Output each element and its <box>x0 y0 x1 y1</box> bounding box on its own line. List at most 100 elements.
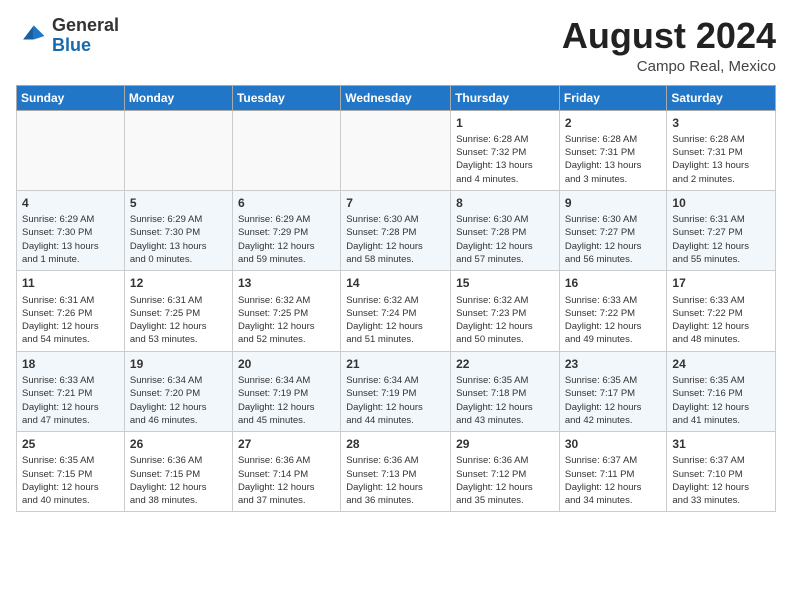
day-number: 20 <box>238 356 335 372</box>
calendar-week-row: 4 Sunrise: 6:29 AM Sunset: 7:30 PM Daylig… <box>17 190 776 270</box>
calendar-header-saturday: Saturday <box>667 85 776 110</box>
calendar-day-cell: 4 Sunrise: 6:29 AM Sunset: 7:30 PM Daylig… <box>17 190 125 270</box>
day-info: Sunrise: 6:31 AM Sunset: 7:26 PM Dayligh… <box>22 294 119 347</box>
day-info: Sunrise: 6:30 AM Sunset: 7:27 PM Dayligh… <box>565 213 662 266</box>
day-info: Sunrise: 6:28 AM Sunset: 7:32 PM Dayligh… <box>456 133 554 186</box>
day-info: Sunrise: 6:32 AM Sunset: 7:24 PM Dayligh… <box>346 294 445 347</box>
day-info: Sunrise: 6:29 AM Sunset: 7:30 PM Dayligh… <box>130 213 227 266</box>
day-number: 10 <box>672 195 770 211</box>
calendar-week-row: 11Sunrise: 6:31 AM Sunset: 7:26 PM Dayli… <box>17 271 776 351</box>
page: General Blue August 2024 Campo Real, Mex… <box>0 0 792 612</box>
logo-general: General <box>52 15 119 35</box>
day-number: 17 <box>672 275 770 291</box>
calendar-day-cell: 15Sunrise: 6:32 AM Sunset: 7:23 PM Dayli… <box>451 271 560 351</box>
logo-text: General Blue <box>52 16 119 56</box>
day-info: Sunrise: 6:34 AM Sunset: 7:19 PM Dayligh… <box>238 374 335 427</box>
location: Campo Real, Mexico <box>562 58 776 75</box>
logo: General Blue <box>16 16 119 56</box>
calendar-day-cell: 5 Sunrise: 6:29 AM Sunset: 7:30 PM Daylig… <box>124 190 232 270</box>
calendar-day-cell: 29 Sunrise: 6:36 AM Sunset: 7:12 PM Dayli… <box>451 432 560 512</box>
day-number: 6 <box>238 195 335 211</box>
day-info: Sunrise: 6:33 AM Sunset: 7:22 PM Dayligh… <box>672 294 770 347</box>
calendar-header-friday: Friday <box>559 85 667 110</box>
day-number: 23 <box>565 356 662 372</box>
calendar-day-cell: 19 Sunrise: 6:34 AM Sunset: 7:20 PM Dayli… <box>124 351 232 431</box>
day-number: 12 <box>130 275 227 291</box>
calendar-day-cell: 3Sunrise: 6:28 AM Sunset: 7:31 PM Daylig… <box>667 110 776 190</box>
day-number: 9 <box>565 195 662 211</box>
calendar-day-cell: 11Sunrise: 6:31 AM Sunset: 7:26 PM Dayli… <box>17 271 125 351</box>
day-info: Sunrise: 6:30 AM Sunset: 7:28 PM Dayligh… <box>346 213 445 266</box>
calendar-week-row: 1 Sunrise: 6:28 AM Sunset: 7:32 PM Daylig… <box>17 110 776 190</box>
day-number: 18 <box>22 356 119 372</box>
calendar-day-cell: 12 Sunrise: 6:31 AM Sunset: 7:25 PM Dayli… <box>124 271 232 351</box>
day-info: Sunrise: 6:31 AM Sunset: 7:25 PM Dayligh… <box>130 294 227 347</box>
calendar-day-cell: 20 Sunrise: 6:34 AM Sunset: 7:19 PM Dayli… <box>232 351 340 431</box>
calendar: SundayMondayTuesdayWednesdayThursdayFrid… <box>16 85 776 513</box>
calendar-header-thursday: Thursday <box>451 85 560 110</box>
logo-icon <box>16 20 48 52</box>
day-number: 21 <box>346 356 445 372</box>
day-number: 25 <box>22 436 119 452</box>
day-info: Sunrise: 6:37 AM Sunset: 7:10 PM Dayligh… <box>672 454 770 507</box>
calendar-week-row: 18 Sunrise: 6:33 AM Sunset: 7:21 PM Dayli… <box>17 351 776 431</box>
day-number: 24 <box>672 356 770 372</box>
header: General Blue August 2024 Campo Real, Mex… <box>16 16 776 75</box>
day-info: Sunrise: 6:34 AM Sunset: 7:19 PM Dayligh… <box>346 374 445 427</box>
day-info: Sunrise: 6:35 AM Sunset: 7:15 PM Dayligh… <box>22 454 119 507</box>
calendar-header-monday: Monday <box>124 85 232 110</box>
calendar-header-row: SundayMondayTuesdayWednesdayThursdayFrid… <box>17 85 776 110</box>
day-info: Sunrise: 6:36 AM Sunset: 7:14 PM Dayligh… <box>238 454 335 507</box>
day-info: Sunrise: 6:36 AM Sunset: 7:12 PM Dayligh… <box>456 454 554 507</box>
day-info: Sunrise: 6:33 AM Sunset: 7:21 PM Dayligh… <box>22 374 119 427</box>
day-info: Sunrise: 6:36 AM Sunset: 7:15 PM Dayligh… <box>130 454 227 507</box>
day-info: Sunrise: 6:34 AM Sunset: 7:20 PM Dayligh… <box>130 374 227 427</box>
day-number: 7 <box>346 195 445 211</box>
day-info: Sunrise: 6:33 AM Sunset: 7:22 PM Dayligh… <box>565 294 662 347</box>
calendar-week-row: 25 Sunrise: 6:35 AM Sunset: 7:15 PM Dayli… <box>17 432 776 512</box>
calendar-day-cell: 9 Sunrise: 6:30 AM Sunset: 7:27 PM Daylig… <box>559 190 667 270</box>
calendar-day-cell: 14 Sunrise: 6:32 AM Sunset: 7:24 PM Dayli… <box>341 271 451 351</box>
day-info: Sunrise: 6:32 AM Sunset: 7:25 PM Dayligh… <box>238 294 335 347</box>
day-info: Sunrise: 6:32 AM Sunset: 7:23 PM Dayligh… <box>456 294 554 347</box>
day-info: Sunrise: 6:36 AM Sunset: 7:13 PM Dayligh… <box>346 454 445 507</box>
day-info: Sunrise: 6:28 AM Sunset: 7:31 PM Dayligh… <box>672 133 770 186</box>
day-number: 13 <box>238 275 335 291</box>
day-number: 29 <box>456 436 554 452</box>
day-number: 27 <box>238 436 335 452</box>
month-year: August 2024 <box>562 16 776 56</box>
title-block: August 2024 Campo Real, Mexico <box>562 16 776 75</box>
day-info: Sunrise: 6:29 AM Sunset: 7:30 PM Dayligh… <box>22 213 119 266</box>
calendar-day-cell: 28 Sunrise: 6:36 AM Sunset: 7:13 PM Dayli… <box>341 432 451 512</box>
calendar-day-cell: 16 Sunrise: 6:33 AM Sunset: 7:22 PM Dayli… <box>559 271 667 351</box>
calendar-day-cell: 31 Sunrise: 6:37 AM Sunset: 7:10 PM Dayli… <box>667 432 776 512</box>
day-number: 1 <box>456 115 554 131</box>
day-info: Sunrise: 6:35 AM Sunset: 7:18 PM Dayligh… <box>456 374 554 427</box>
day-info: Sunrise: 6:31 AM Sunset: 7:27 PM Dayligh… <box>672 213 770 266</box>
calendar-day-cell: 23 Sunrise: 6:35 AM Sunset: 7:17 PM Dayli… <box>559 351 667 431</box>
calendar-day-cell: 18 Sunrise: 6:33 AM Sunset: 7:21 PM Dayli… <box>17 351 125 431</box>
day-number: 14 <box>346 275 445 291</box>
calendar-day-cell <box>232 110 340 190</box>
day-number: 5 <box>130 195 227 211</box>
calendar-day-cell: 26Sunrise: 6:36 AM Sunset: 7:15 PM Dayli… <box>124 432 232 512</box>
day-number: 19 <box>130 356 227 372</box>
day-number: 28 <box>346 436 445 452</box>
calendar-day-cell <box>124 110 232 190</box>
calendar-day-cell: 17 Sunrise: 6:33 AM Sunset: 7:22 PM Dayli… <box>667 271 776 351</box>
calendar-day-cell <box>341 110 451 190</box>
calendar-day-cell: 2 Sunrise: 6:28 AM Sunset: 7:31 PM Daylig… <box>559 110 667 190</box>
day-info: Sunrise: 6:28 AM Sunset: 7:31 PM Dayligh… <box>565 133 662 186</box>
day-number: 2 <box>565 115 662 131</box>
day-info: Sunrise: 6:35 AM Sunset: 7:17 PM Dayligh… <box>565 374 662 427</box>
calendar-day-cell <box>17 110 125 190</box>
day-number: 16 <box>565 275 662 291</box>
day-number: 4 <box>22 195 119 211</box>
calendar-header-tuesday: Tuesday <box>232 85 340 110</box>
calendar-day-cell: 8Sunrise: 6:30 AM Sunset: 7:28 PM Daylig… <box>451 190 560 270</box>
calendar-day-cell: 6Sunrise: 6:29 AM Sunset: 7:29 PM Daylig… <box>232 190 340 270</box>
calendar-day-cell: 30Sunrise: 6:37 AM Sunset: 7:11 PM Dayli… <box>559 432 667 512</box>
calendar-day-cell: 21 Sunrise: 6:34 AM Sunset: 7:19 PM Dayli… <box>341 351 451 431</box>
day-info: Sunrise: 6:35 AM Sunset: 7:16 PM Dayligh… <box>672 374 770 427</box>
day-number: 31 <box>672 436 770 452</box>
